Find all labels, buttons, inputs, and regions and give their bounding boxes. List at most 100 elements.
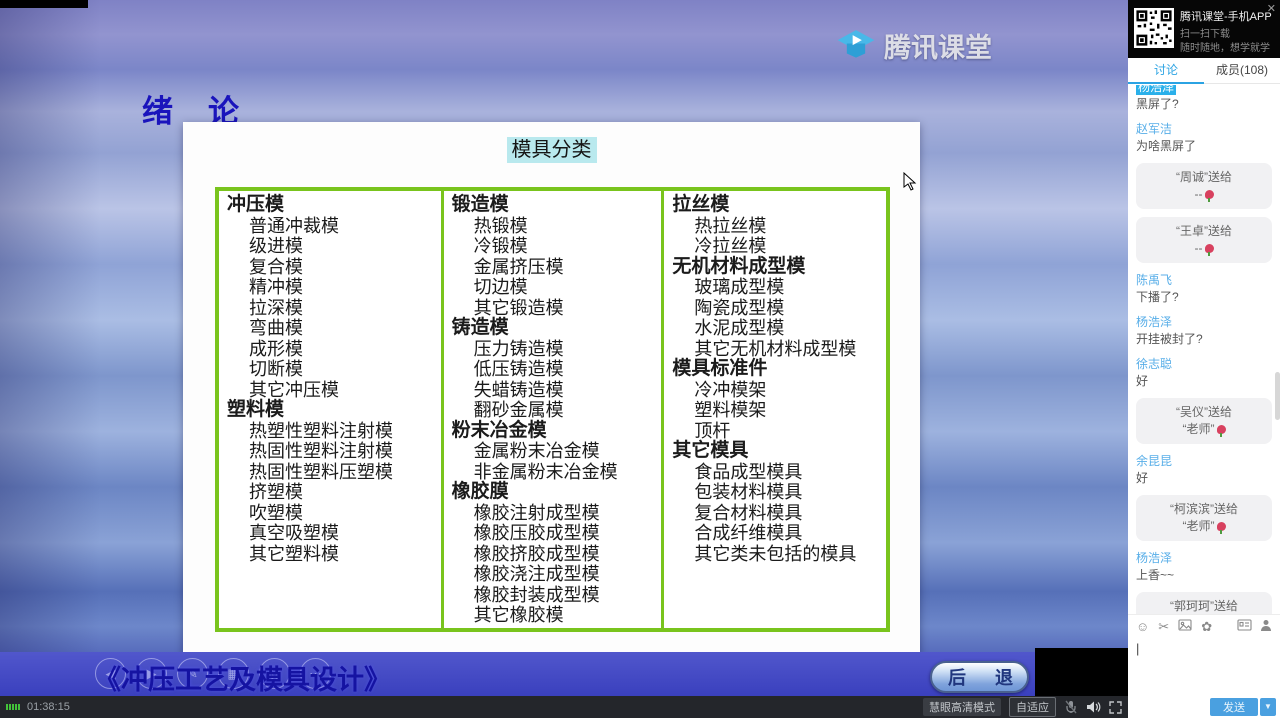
mold-type-item: 压力铸造模 <box>452 339 656 360</box>
chat-username[interactable]: 杨浩泽 <box>1136 314 1172 330</box>
qr-code <box>1134 8 1174 48</box>
mouse-cursor <box>903 172 917 192</box>
mold-type-item: 顶杆 <box>672 421 880 442</box>
sidebar-tabs: 讨论 成员(108) <box>1128 58 1280 84</box>
mold-type-item: 其它锻造模 <box>452 298 656 319</box>
mold-type-item: 包装材料模具 <box>672 482 880 503</box>
gift-card: “王卓”送给-- <box>1136 217 1272 263</box>
mold-type-item: 冷锻模 <box>452 236 656 257</box>
rose-icon <box>1205 244 1214 253</box>
chat-message-list: 杨浩泽黑屏了?赵军洁为啥黑屏了“周诚”送给--“王卓”送给--陈禹飞下播了?杨浩… <box>1128 85 1280 614</box>
gift-from: “柯滨滨”送给 <box>1138 501 1270 518</box>
mold-type-item: 切断模 <box>227 359 435 380</box>
chat-text: 黑屏了? <box>1136 96 1272 113</box>
presentation-slide: 模具分类 冲压模普通冲裁模级进模复合模精冲模拉深模弯曲模成形模切断模其它冲压模塑… <box>183 122 920 655</box>
mold-category-header: 塑料模 <box>227 400 435 421</box>
quality-mode-badge[interactable]: 慧眼高清模式 <box>923 698 1001 716</box>
gift-card: “柯滨滨”送给“老师” <box>1136 495 1272 541</box>
mold-category-header: 橡胶膜 <box>452 482 656 503</box>
video-area: 绪 论 腾讯课堂 模具分类 冲压模普通冲裁模级进模复合模精冲模拉深模弯曲模成形模… <box>0 0 1128 696</box>
emoji-icon[interactable]: ☺ <box>1136 619 1149 634</box>
text-cursor: | <box>1136 641 1139 656</box>
tab-discussion[interactable]: 讨论 <box>1128 58 1204 83</box>
chat-message: 陈禹飞下播了? <box>1136 271 1272 306</box>
gift-card: “吴仪”送给“老师” <box>1136 398 1272 444</box>
mold-table-column-2: 锻造模热锻模冷锻模金属挤压模切边模其它锻造模铸造模压力铸造模低压铸造模失蜡铸造模… <box>441 191 662 628</box>
course-book-title: 《冲压工艺及模具设计》 <box>94 658 391 696</box>
mold-type-item: 复合材料模具 <box>672 503 880 524</box>
send-options-caret-icon[interactable]: ▼ <box>1260 698 1276 716</box>
mold-category-header: 无机材料成型模 <box>672 257 880 278</box>
screenshot-scissors-icon[interactable]: ✂ <box>1158 619 1169 635</box>
chat-username[interactable]: 徐志聪 <box>1136 356 1172 372</box>
close-icon[interactable]: ✕ <box>1267 2 1276 15</box>
adaptive-quality-badge[interactable]: 自适应 <box>1009 697 1056 717</box>
tencent-classroom-logo-icon <box>836 29 876 63</box>
gift-to: “老师” <box>1138 421 1270 438</box>
app-download-title: 腾讯课堂-手机APP <box>1180 8 1272 24</box>
chat-scrollbar[interactable] <box>1275 372 1280 420</box>
mold-category-header: 粉末冶金模 <box>452 421 656 442</box>
mold-type-item: 热锻模 <box>452 216 656 237</box>
mold-type-item: 塑料模架 <box>672 400 880 421</box>
flower-gift-icon[interactable]: ✿ <box>1201 619 1212 635</box>
gift-from: “郭珂珂”送给 <box>1138 598 1270 614</box>
send-button[interactable]: 发送 <box>1210 698 1258 716</box>
app-window: 绪 论 腾讯课堂 模具分类 冲压模普通冲裁模级进模复合模精冲模拉深模弯曲模成形模… <box>0 0 1280 718</box>
member-card-icon[interactable] <box>1237 619 1252 634</box>
mold-type-item: 热固性塑料注射模 <box>227 441 435 462</box>
mold-table-column-1: 冲压模普通冲裁模级进模复合模精冲模拉深模弯曲模成形模切断模其它冲压模塑料模热塑性… <box>219 191 441 628</box>
watermark-brand: 腾讯课堂 <box>836 26 992 65</box>
chat-username[interactable]: 陈禹飞 <box>1136 272 1172 288</box>
mold-type-item: 普通冲裁模 <box>227 216 435 237</box>
mold-type-item: 非金属粉末冶金模 <box>452 462 656 483</box>
mold-type-item: 复合模 <box>227 257 435 278</box>
gift-card: “郭珂珂”送给-- <box>1136 592 1272 614</box>
fullscreen-icon[interactable] <box>1109 701 1122 714</box>
chat-text: 好 <box>1136 470 1272 487</box>
rose-icon <box>1205 190 1214 199</box>
mold-type-item: 橡胶挤胶成型模 <box>452 544 656 565</box>
rose-icon <box>1217 425 1226 434</box>
app-slogan: 随时随地，想学就学 <box>1180 39 1270 54</box>
profile-person-icon[interactable] <box>1260 619 1272 635</box>
player-bar: 01:38:15 慧眼高清模式 自适应 <box>0 696 1128 718</box>
chat-username[interactable]: 余昆昆 <box>1136 453 1172 469</box>
mold-type-item: 金属粉末冶金模 <box>452 441 656 462</box>
mold-classification-table: 冲压模普通冲裁模级进模复合模精冲模拉深模弯曲模成形模切断模其它冲压模塑料模热塑性… <box>215 187 890 632</box>
mold-category-header: 其它模具 <box>672 441 880 462</box>
mold-type-item: 陶瓷成型模 <box>672 298 880 319</box>
mold-type-item: 真空吸塑模 <box>227 523 435 544</box>
mold-type-item: 其它类未包括的模具 <box>672 544 880 565</box>
gift-to: “老师” <box>1138 518 1270 535</box>
letterbox-corner <box>1035 648 1128 696</box>
image-icon[interactable] <box>1178 619 1192 634</box>
mold-type-item: 成形模 <box>227 339 435 360</box>
gift-from: “周诚”送给 <box>1138 169 1270 186</box>
mold-type-item: 冷拉丝模 <box>672 236 880 257</box>
chat-input[interactable]: | <box>1128 638 1280 695</box>
chat-sidebar: 腾讯课堂-手机APP 扫一扫下载 随时随地，想学就学 ✕ 讨论 成员(108) … <box>1128 0 1280 718</box>
send-row: 发送 ▼ <box>1128 695 1280 718</box>
back-button[interactable]: 后 退 <box>930 661 1029 693</box>
mold-type-item: 其它橡胶模 <box>452 605 656 626</box>
mold-type-item: 金属挤压模 <box>452 257 656 278</box>
mold-category-header: 拉丝模 <box>672 195 880 216</box>
mold-table-column-3: 拉丝模热拉丝模冷拉丝模无机材料成型模玻璃成型模陶瓷成型模水泥成型模其它无机材料成… <box>661 191 886 628</box>
mold-category-header: 模具标准件 <box>672 359 880 380</box>
tab-members[interactable]: 成员(108) <box>1204 58 1280 83</box>
mold-type-item: 切边模 <box>452 277 656 298</box>
chat-message: 杨浩泽黑屏了? <box>1136 85 1272 113</box>
mold-type-item: 翻砂金属模 <box>452 400 656 421</box>
mold-type-item: 水泥成型模 <box>672 318 880 339</box>
speaker-volume-icon[interactable] <box>1086 700 1101 714</box>
mold-type-item: 食品成型模具 <box>672 462 880 483</box>
chat-username[interactable]: 赵军洁 <box>1136 121 1172 137</box>
chat-text: 为啥黑屏了 <box>1136 138 1272 155</box>
chat-username[interactable]: 杨浩泽 <box>1136 550 1172 566</box>
chat-username[interactable]: 杨浩泽 <box>1136 85 1176 95</box>
mold-type-item: 橡胶压胶成型模 <box>452 523 656 544</box>
gift-to: -- <box>1138 186 1270 203</box>
gift-card: “周诚”送给-- <box>1136 163 1272 209</box>
microphone-muted-icon[interactable] <box>1064 700 1078 714</box>
